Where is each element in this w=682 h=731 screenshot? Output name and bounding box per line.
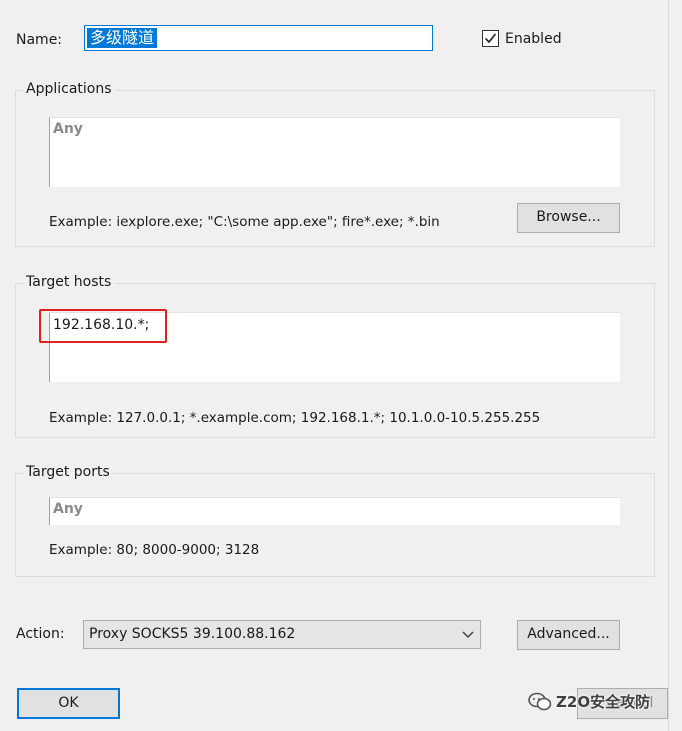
target-ports-legend: Target ports <box>23 464 113 480</box>
advanced-button[interactable]: Advanced... <box>517 620 620 650</box>
ok-button[interactable]: OK <box>17 688 120 719</box>
action-select[interactable]: Proxy SOCKS5 39.100.88.162 <box>83 620 481 649</box>
enabled-checkbox[interactable] <box>482 30 499 47</box>
name-input[interactable]: 多级隧道 <box>84 25 433 51</box>
applications-placeholder: Any <box>53 121 83 137</box>
applications-input[interactable]: Any <box>49 117 620 187</box>
applications-legend: Applications <box>23 81 115 97</box>
chevron-down-icon <box>462 631 474 638</box>
target-ports-input[interactable]: Any <box>49 497 620 525</box>
highlight-box <box>39 309 167 343</box>
ok-button-label: OK <box>58 695 79 711</box>
target-ports-placeholder: Any <box>53 501 83 517</box>
advanced-button-label: Advanced... <box>527 626 610 642</box>
name-label: Name: <box>16 32 63 48</box>
enabled-label[interactable]: Enabled <box>505 31 562 47</box>
watermark-text: Z2O安全攻防 <box>556 693 651 711</box>
action-select-value: Proxy SOCKS5 39.100.88.162 <box>89 626 296 642</box>
target-ports-group <box>15 473 655 577</box>
checkmark-icon <box>484 33 497 44</box>
target-hosts-legend: Target hosts <box>23 274 115 290</box>
target-hosts-example: Example: 127.0.0.1; *.example.com; 192.1… <box>49 410 541 426</box>
browse-button[interactable]: Browse... <box>517 203 620 233</box>
wechat-icon <box>528 692 552 711</box>
target-ports-example: Example: 80; 8000-9000; 3128 <box>49 542 260 558</box>
browse-button-label: Browse... <box>536 209 601 225</box>
applications-example: Example: iexplore.exe; "C:\some app.exe"… <box>49 214 440 230</box>
dialog-right-edge <box>668 0 669 731</box>
name-input-selected-text: 多级隧道 <box>87 28 158 48</box>
action-label: Action: <box>16 626 65 642</box>
